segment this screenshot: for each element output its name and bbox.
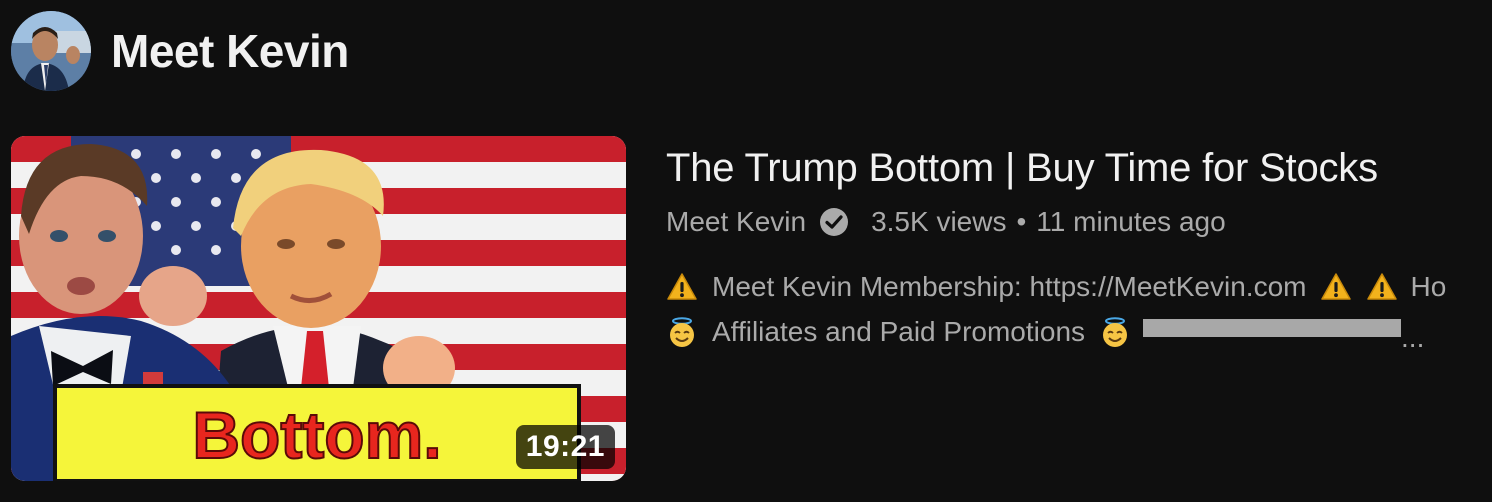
duration-badge: 19:21 (515, 425, 615, 469)
description-text: Meet Kevin Membership: https://MeetKevin… (712, 271, 1307, 302)
video-details: The Trump Bottom | Buy Time for Stocks M… (666, 136, 1492, 481)
warning-icon (1366, 271, 1398, 303)
angel-face-icon (666, 316, 698, 348)
channel-avatar[interactable] (11, 11, 91, 91)
description-ellipsis[interactable]: ... (1401, 322, 1424, 354)
description-text: Affiliates and Paid Promotions (712, 316, 1086, 347)
channel-title[interactable]: Meet Kevin (111, 24, 349, 78)
verified-check-icon (819, 207, 849, 237)
video-thumbnail[interactable]: Bottom. 19:21 (11, 136, 626, 481)
warning-icon (1320, 271, 1352, 303)
video-channel-name[interactable]: Meet Kevin (666, 206, 806, 238)
channel-header: Meet Kevin (11, 10, 349, 92)
meta-separator: • (1016, 206, 1027, 237)
video-title[interactable]: The Trump Bottom | Buy Time for Stocks (666, 146, 1378, 191)
description-text-truncated: Ho (1410, 271, 1447, 302)
description-line: Meet Kevin Membership: https://MeetKevin… (666, 271, 1446, 303)
video-meta: Meet Kevin 3.5K views • 11 minutes ago (666, 206, 1226, 238)
warning-icon (666, 271, 698, 303)
video-item[interactable]: Bottom. 19:21 The Trump Bottom | Buy Tim… (11, 136, 1492, 481)
description-line: Affiliates and Paid Promotions ... (666, 316, 1424, 353)
angel-face-icon (1099, 316, 1131, 348)
thumbnail-banner-text: Bottom. (192, 398, 441, 472)
upload-time: 11 minutes ago (1036, 206, 1226, 237)
redacted-bar (1143, 319, 1402, 337)
view-count: 3.5K views (871, 206, 1007, 237)
